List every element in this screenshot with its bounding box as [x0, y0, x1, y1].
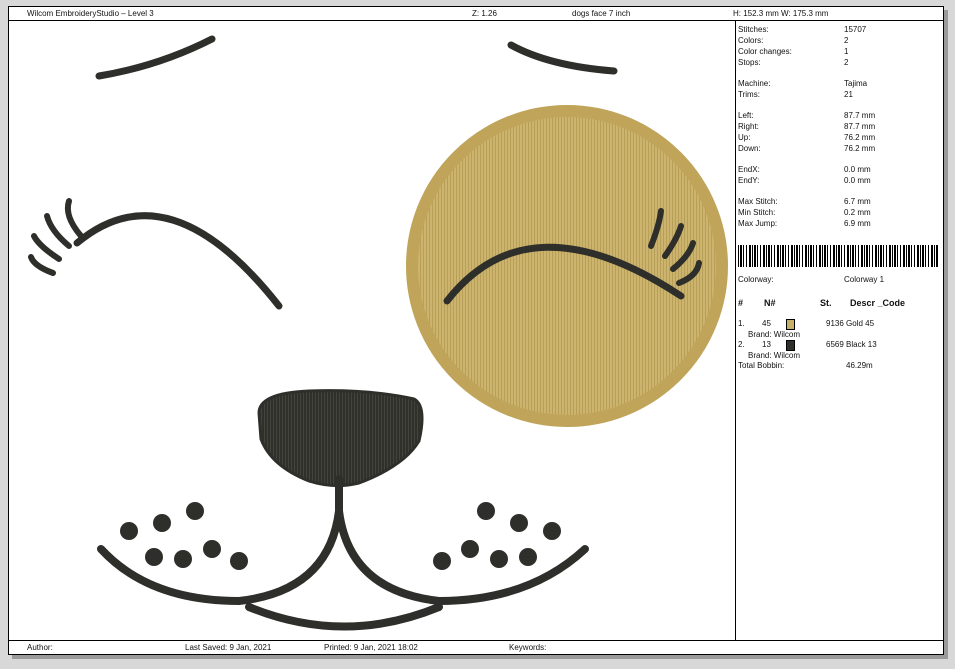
zoom-level: Z: 1.26 — [472, 9, 497, 18]
mouth-lower-curve — [245, 603, 443, 631]
color-row-2: 2. 13 6569 Black 13 — [738, 340, 877, 351]
footer-author: Author: — [27, 643, 53, 652]
design-canvas — [9, 21, 736, 640]
right-eyebrow — [507, 41, 618, 75]
left-eyelashes — [28, 198, 84, 276]
sheet-footer: Author: Last Saved: 9 Jan, 2021 Printed:… — [9, 640, 943, 654]
design-barcode — [738, 245, 938, 267]
footer-last-saved: Last Saved: 9 Jan, 2021 — [185, 643, 272, 652]
left-eye — [73, 212, 283, 310]
print-preview-sheet: Wilcom EmbroideryStudio – Level 3 Z: 1.2… — [8, 6, 944, 655]
color-table-header: # N# St. Descr _Code — [738, 298, 906, 308]
app-title: Wilcom EmbroideryStudio – Level 3 — [27, 9, 154, 18]
color-swatch-black — [786, 340, 795, 351]
design-name: dogs face 7 inch — [572, 9, 631, 18]
design-dimensions: H: 152.3 mm W: 175.3 mm — [733, 9, 829, 18]
footer-printed: Printed: 9 Jan, 2021 18:02 — [324, 643, 418, 652]
design-info-panel: Stitches: 15707 Colors: 2 Color changes: 1 … — [736, 21, 943, 640]
nose — [257, 389, 424, 488]
dog-face-design — [28, 35, 728, 631]
sheet-header: Wilcom EmbroideryStudio – Level 3 Z: 1.2… — [9, 7, 943, 21]
color-swatch-gold — [786, 319, 795, 330]
footer-keywords: Keywords: — [509, 643, 547, 652]
left-eyebrow — [95, 35, 216, 80]
mouth-left-curve — [97, 507, 343, 606]
color-row-1: 1. 45 9136 Gold 45 — [738, 319, 875, 330]
total-bobbin-row: Total Bobbin: 46.29m — [738, 361, 873, 370]
